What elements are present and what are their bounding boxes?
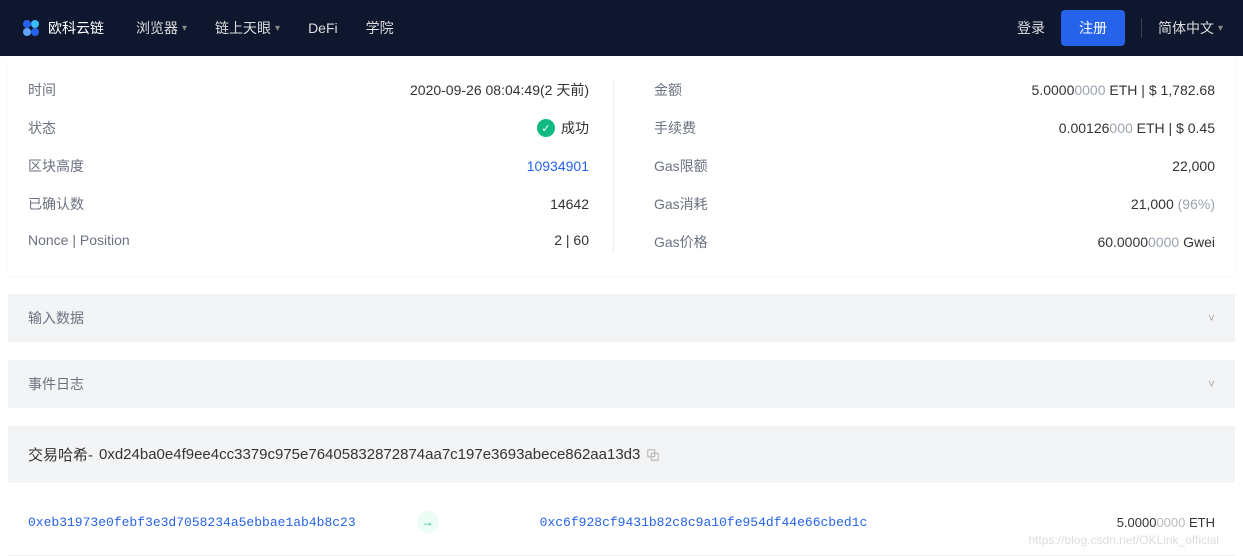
block-height-value[interactable]: 10934901 [527,158,589,174]
logo[interactable]: 欧科云链 [20,17,104,39]
row-confirmations: 已确认数 14642 [28,194,589,214]
gas-used-label: Gas消耗 [654,194,708,214]
row-gas-used: Gas消耗 21,000 (96%) [654,194,1215,214]
amount-label: 金额 [654,80,682,100]
chevron-down-icon: ˅ [1208,377,1215,391]
check-circle-icon: ✓ [537,119,555,137]
watermark: https://blog.csdn.net/OKLink_official [1028,533,1219,547]
nonce-position-label: Nonce | Position [28,232,130,248]
row-gas-limit: Gas限额 22,000 [654,156,1215,176]
nav-browser[interactable]: 浏览器▾ [136,18,187,38]
details-right-col: 金额 5.00000000 ETH | $ 1,782.68 手续费 0.001… [654,80,1215,252]
arrow-cell: → [368,511,488,533]
tx-hash-label: 交易哈希- [28,444,93,465]
row-status: 状态 ✓成功 [28,118,589,138]
block-height-label: 区块高度 [28,156,84,176]
gas-used-value: 21,000 (96%) [1131,196,1215,212]
chevron-down-icon: ˅ [1208,311,1215,325]
gas-price-label: Gas价格 [654,232,708,252]
from-address[interactable]: 0xeb31973e0febf3e3d7058234a5ebbae1ab4b8c… [28,515,356,530]
tx-hash-section: 交易哈希- 0xd24ba0e4f9ee4cc3379c975e764058328… [8,426,1235,556]
chevron-down-icon: ▾ [182,23,187,34]
logo-icon [20,17,42,39]
arrow-right-icon: → [417,511,439,533]
nonce-position-value: 2 | 60 [554,232,589,248]
nav-items: 浏览器▾ 链上天眼▾ DeFi 学院 [136,18,1017,38]
time-value: 2020-09-26 08:04:49(2 天前) [410,80,589,100]
fee-value: 0.00126000 ETH | $ 0.45 [1059,120,1215,136]
tx-hash-value: 0xd24ba0e4f9ee4cc3379c975e76405832872874… [99,446,640,463]
nav-academy[interactable]: 学院 [366,18,394,38]
event-logs-accordion: 事件日志 ˅ [8,360,1235,408]
input-data-header[interactable]: 输入数据 ˅ [8,294,1235,342]
tx-details-card: 时间 2020-09-26 08:04:49(2 天前) 状态 ✓成功 区块高度 1… [8,56,1235,276]
gas-limit-label: Gas限额 [654,156,708,176]
event-logs-header[interactable]: 事件日志 ˅ [8,360,1235,408]
row-gas-price: Gas价格 60.00000000 Gwei [654,232,1215,252]
gas-limit-value: 22,000 [1172,158,1215,174]
login-link[interactable]: 登录 [1017,18,1045,38]
to-address[interactable]: 0xc6f928cf9431b82c8c9a10fe954df44e66cbed… [540,515,868,530]
confirmations-label: 已确认数 [28,194,84,214]
confirmations-value: 14642 [550,196,589,212]
nav-defi[interactable]: DeFi [308,18,338,38]
gas-price-value: 60.00000000 Gwei [1097,234,1215,250]
language-selector[interactable]: 简体中文▾ [1158,18,1223,38]
status-value: ✓成功 [537,118,589,138]
transfer-amount: 5.00000000 ETH [879,515,1215,530]
event-logs-title: 事件日志 [28,374,84,394]
copy-icon[interactable] [646,448,660,462]
status-label: 状态 [28,118,56,138]
fee-label: 手续费 [654,118,696,138]
chevron-down-icon: ▾ [275,23,280,34]
row-fee: 手续费 0.00126000 ETH | $ 0.45 [654,118,1215,138]
tx-transfer-row: 0xeb31973e0febf3e3d7058234a5ebbae1ab4b8c… [8,483,1235,556]
tx-hash-header: 交易哈希- 0xd24ba0e4f9ee4cc3379c975e764058328… [8,426,1235,483]
register-button[interactable]: 注册 [1061,10,1125,46]
row-time: 时间 2020-09-26 08:04:49(2 天前) [28,80,589,100]
row-block-height: 区块高度 10934901 [28,156,589,176]
nav-chain-eye[interactable]: 链上天眼▾ [215,18,280,38]
divider [1141,18,1142,38]
amount-value: 5.00000000 ETH | $ 1,782.68 [1032,82,1215,98]
brand-text: 欧科云链 [48,18,104,38]
nav-right: 登录 注册 简体中文▾ [1017,10,1223,46]
chevron-down-icon: ▾ [1218,23,1223,34]
row-amount: 金额 5.00000000 ETH | $ 1,782.68 [654,80,1215,100]
row-nonce-position: Nonce | Position 2 | 60 [28,232,589,248]
details-left-col: 时间 2020-09-26 08:04:49(2 天前) 状态 ✓成功 区块高度 1… [28,80,614,252]
navbar: 欧科云链 浏览器▾ 链上天眼▾ DeFi 学院 登录 注册 简体中文▾ [0,0,1243,56]
input-data-title: 输入数据 [28,308,84,328]
input-data-accordion: 输入数据 ˅ [8,294,1235,342]
time-label: 时间 [28,80,56,100]
